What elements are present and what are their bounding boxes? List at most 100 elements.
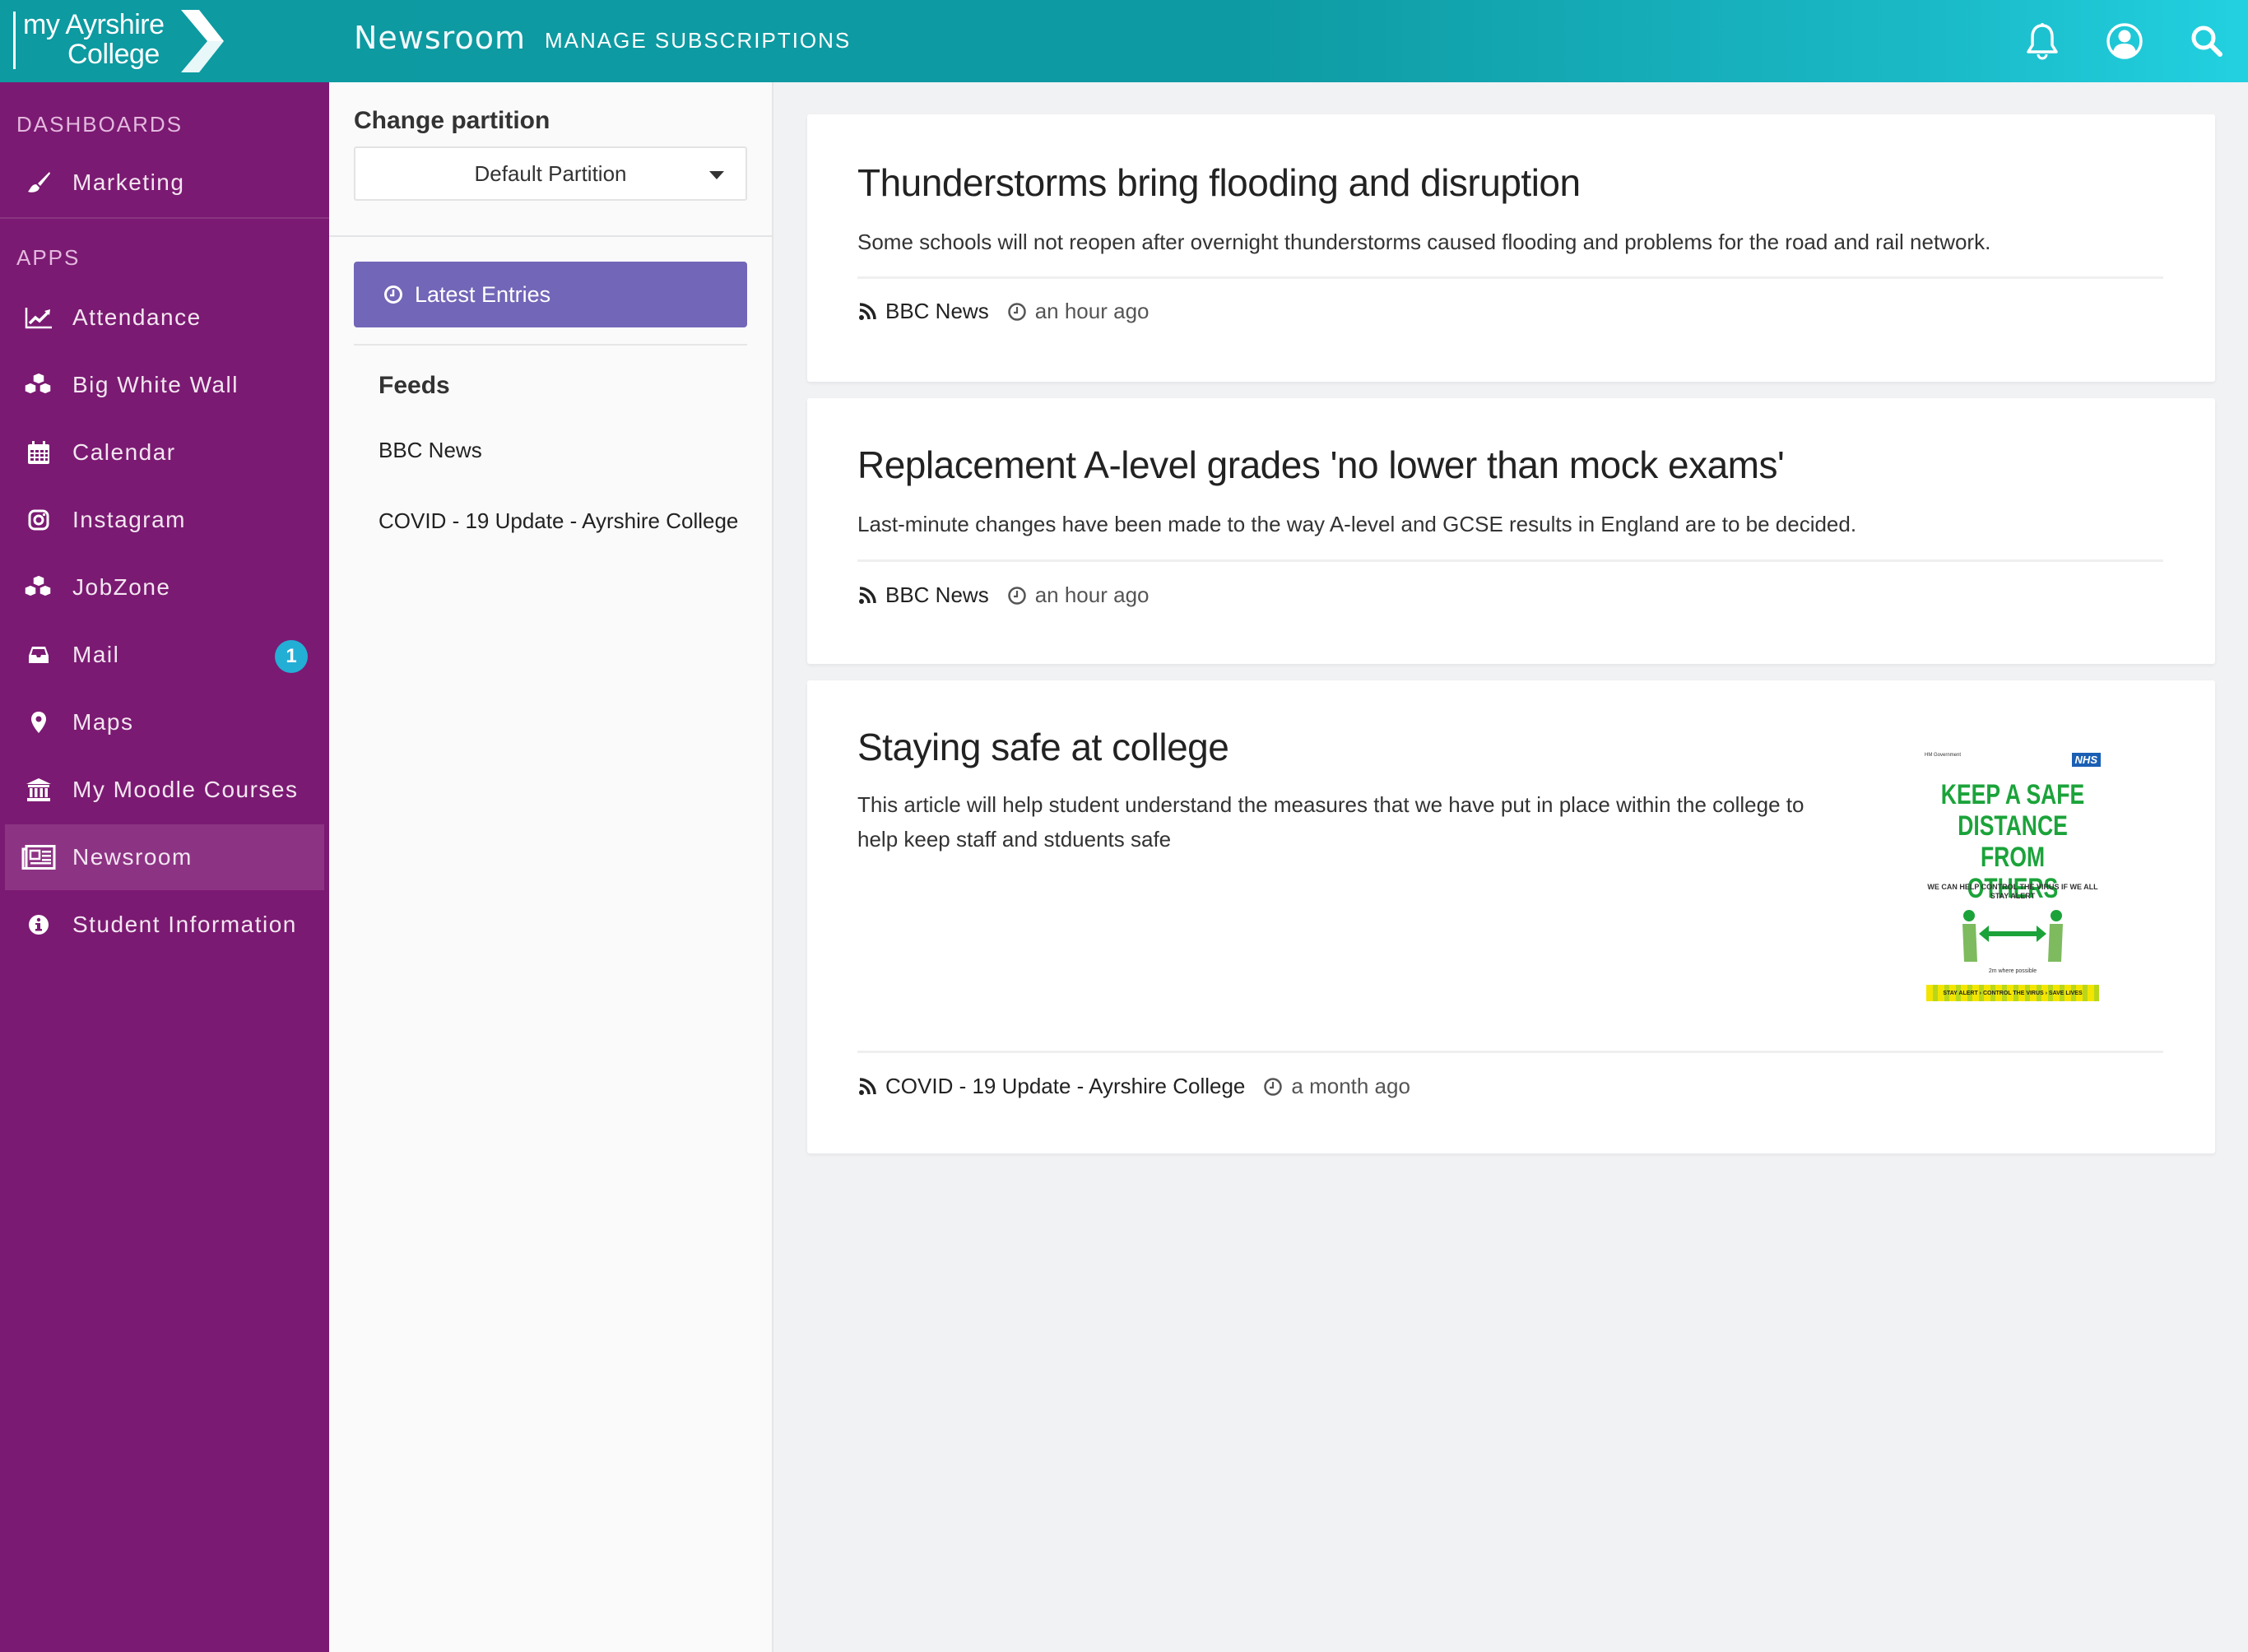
cubes-icon bbox=[10, 575, 67, 600]
article-divider bbox=[857, 276, 2163, 279]
rss-icon bbox=[859, 302, 876, 320]
article-time: an hour ago bbox=[1034, 582, 1150, 607]
manage-subscriptions-link[interactable]: MANAGE SUBSCRIPTIONS bbox=[545, 28, 851, 53]
article-meta: BBC News an hour ago bbox=[857, 299, 1150, 324]
sidebar-item-label: Calendar bbox=[72, 439, 176, 465]
logo-chevron-icon bbox=[181, 10, 224, 72]
latest-entries-label: Latest Entries bbox=[415, 281, 551, 307]
logo-text: my Ayrshire College bbox=[23, 9, 165, 70]
sidebar-item-student-information[interactable]: Student Information bbox=[5, 892, 324, 958]
logo-line-1: my Ayrshire bbox=[23, 9, 165, 40]
sidebar-item-label: Attendance bbox=[72, 304, 202, 330]
mail-unread-badge: 1 bbox=[275, 640, 308, 673]
sidebar-item-label: Mail bbox=[72, 642, 120, 667]
sidebar-item-label: Maps bbox=[72, 709, 134, 735]
nhs-logo: NHS bbox=[2071, 753, 2101, 767]
search-button[interactable] bbox=[2185, 20, 2228, 63]
panel-divider bbox=[354, 344, 747, 346]
feed-item-covid-update[interactable]: COVID - 19 Update - Ayrshire College bbox=[379, 508, 738, 534]
article-source[interactable]: COVID - 19 Update - Ayrshire College bbox=[885, 1074, 1245, 1099]
sidebar-item-newsroom[interactable]: Newsroom bbox=[5, 824, 324, 890]
rss-icon bbox=[859, 586, 876, 604]
social-distance-figures-icon bbox=[1962, 910, 2063, 962]
institution-icon bbox=[10, 777, 67, 802]
sidebar-item-label: Big White Wall bbox=[72, 372, 239, 397]
article-card[interactable]: Replacement A-level grades 'no lower tha… bbox=[807, 398, 2215, 664]
top-header: my Ayrshire College Newsroom MANAGE SUBS… bbox=[0, 0, 2248, 82]
rss-icon bbox=[859, 1077, 876, 1095]
sidebar-item-label: My Moodle Courses bbox=[72, 777, 299, 802]
sidebar-item-label: Newsroom bbox=[72, 844, 193, 870]
article-time: an hour ago bbox=[1034, 299, 1150, 323]
sidebar-item-mail[interactable]: Mail 1 bbox=[5, 622, 324, 688]
line-chart-icon bbox=[10, 306, 67, 329]
hm-government-logo: HM Government bbox=[1925, 753, 1962, 758]
sidebar: DASHBOARDS Marketing APPS Attendance Big… bbox=[0, 82, 329, 1652]
newspaper-icon bbox=[10, 845, 67, 870]
sidebar-item-label: Student Information bbox=[72, 912, 297, 937]
sidebar-item-maps[interactable]: Maps bbox=[5, 689, 324, 755]
article-thumbnail[interactable]: HM Government NHS KEEP A SAFE DISTANCE F… bbox=[1918, 746, 2107, 1018]
sidebar-item-jobzone[interactable]: JobZone bbox=[5, 555, 324, 620]
article-source[interactable]: BBC News bbox=[885, 582, 989, 608]
panel-divider bbox=[329, 235, 772, 237]
college-logo[interactable]: my Ayrshire College bbox=[12, 7, 234, 72]
article-description: Some schools will not reopen after overn… bbox=[857, 230, 1991, 254]
poster-subline: WE CAN HELP CONTROL THE VIRUS IF WE ALL … bbox=[1927, 883, 2098, 900]
sidebar-item-my-moodle-courses[interactable]: My Moodle Courses bbox=[5, 757, 324, 823]
feeds-heading: Feeds bbox=[379, 372, 450, 399]
change-partition-heading: Change partition bbox=[354, 107, 550, 134]
logo-divider bbox=[13, 12, 16, 69]
article-time: a month ago bbox=[1291, 1074, 1410, 1098]
sidebar-section-apps: APPS bbox=[16, 245, 81, 270]
instagram-icon bbox=[10, 509, 67, 531]
partition-select[interactable]: Default Partition bbox=[354, 146, 747, 201]
article-meta: BBC News an hour ago bbox=[857, 582, 1150, 608]
clock-icon bbox=[1007, 586, 1026, 605]
poster-distance-note: 2m where possible bbox=[1988, 968, 2037, 974]
sidebar-item-calendar[interactable]: Calendar bbox=[5, 420, 324, 485]
article-source[interactable]: BBC News bbox=[885, 299, 989, 324]
user-profile-button[interactable] bbox=[2103, 20, 2146, 63]
sidebar-item-attendance[interactable]: Attendance bbox=[5, 285, 324, 350]
sidebar-section-dashboards: DASHBOARDS bbox=[16, 112, 183, 137]
article-title[interactable]: Thunderstorms bring flooding and disrupt… bbox=[857, 160, 1581, 205]
article-divider bbox=[857, 1051, 2163, 1053]
article-description: Last-minute changes have been made to th… bbox=[857, 512, 1857, 536]
logo-line-2: College bbox=[67, 39, 160, 70]
paintbrush-icon bbox=[10, 171, 67, 194]
article-meta: COVID - 19 Update - Ayrshire College a m… bbox=[857, 1074, 1410, 1099]
latest-entries-button[interactable]: Latest Entries bbox=[354, 262, 747, 327]
map-marker-icon bbox=[10, 711, 67, 734]
article-divider bbox=[857, 559, 2163, 562]
info-circle-icon bbox=[10, 914, 67, 935]
sidebar-item-instagram[interactable]: Instagram bbox=[5, 487, 324, 553]
bell-icon bbox=[2027, 23, 2058, 60]
partition-panel: Change partition Default Partition Lates… bbox=[329, 82, 773, 1652]
sidebar-item-marketing[interactable]: Marketing bbox=[5, 150, 324, 216]
clock-icon bbox=[384, 285, 402, 304]
search-icon bbox=[2191, 26, 2222, 57]
inbox-icon bbox=[10, 646, 67, 664]
poster-strip: STAY ALERT › CONTROL THE VIRUS › SAVE LI… bbox=[1926, 985, 2099, 1001]
sidebar-divider bbox=[0, 217, 329, 219]
feed-item-bbc-news[interactable]: BBC News bbox=[379, 438, 482, 463]
article-description: This article will help student understan… bbox=[857, 792, 1804, 852]
partition-select-value: Default Partition bbox=[474, 160, 627, 186]
article-card[interactable]: Thunderstorms bring flooding and disrupt… bbox=[807, 114, 2215, 382]
article-title[interactable]: Replacement A-level grades 'no lower tha… bbox=[857, 443, 1785, 487]
app-title: Newsroom bbox=[354, 20, 526, 56]
sidebar-item-label: JobZone bbox=[72, 574, 171, 600]
user-circle-icon bbox=[2106, 23, 2143, 59]
sidebar-item-label: Marketing bbox=[72, 169, 185, 195]
sidebar-item-big-white-wall[interactable]: Big White Wall bbox=[5, 352, 324, 418]
clock-icon bbox=[1007, 302, 1026, 321]
article-card[interactable]: Staying safe at college This article wil… bbox=[807, 680, 2215, 1153]
sidebar-item-label: Instagram bbox=[72, 507, 186, 532]
calendar-icon bbox=[10, 440, 67, 465]
caret-down-icon bbox=[709, 171, 724, 179]
article-title[interactable]: Staying safe at college bbox=[857, 725, 1229, 769]
notifications-button[interactable] bbox=[2021, 20, 2064, 63]
clock-icon bbox=[1264, 1077, 1283, 1096]
cubes-icon bbox=[10, 373, 67, 397]
